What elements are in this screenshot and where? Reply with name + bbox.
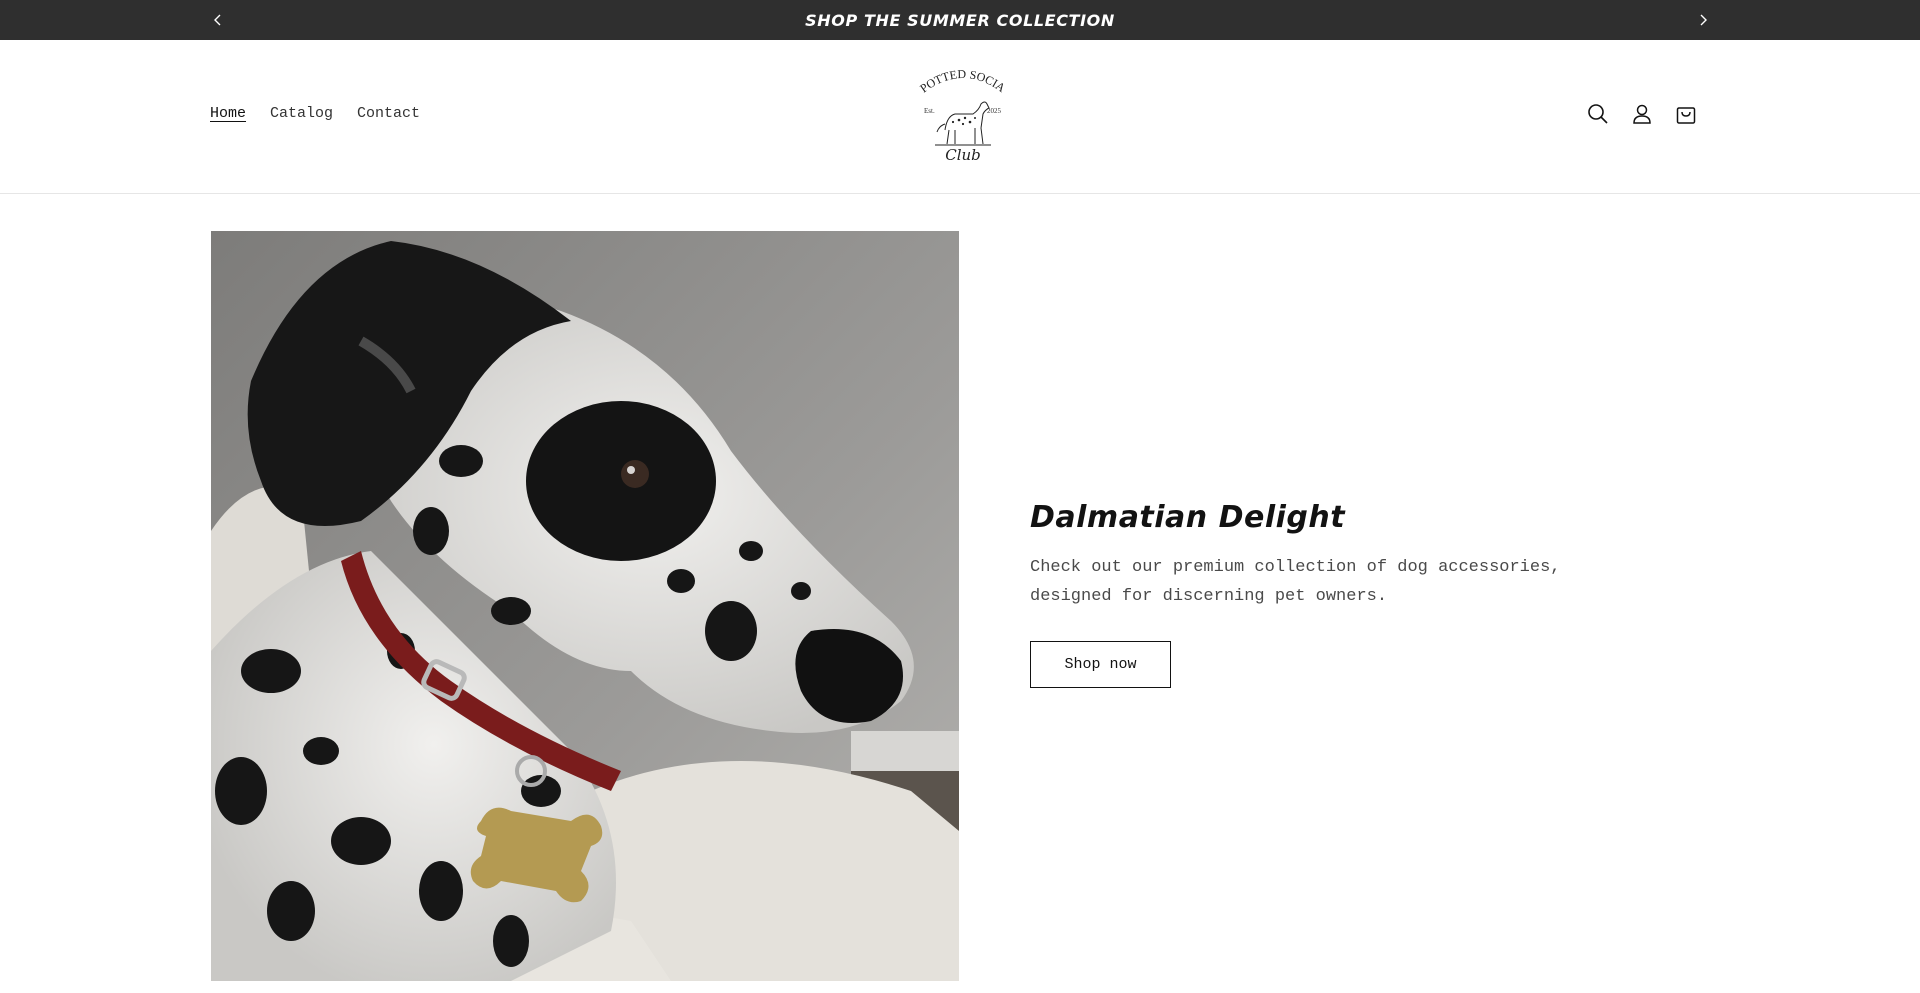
spotted-social-club-logo: SPOTTED SOCIAL Est. 2025 Club	[911, 47, 1008, 164]
logo-text-top: SPOTTED SOCIAL	[911, 47, 1008, 95]
svg-text:SPOTTED SOCIAL: SPOTTED SOCIAL	[915, 58, 1008, 95]
announcement-prev-button[interactable]	[198, 0, 238, 40]
logo-est: Est.	[924, 107, 935, 115]
site-header: Home Catalog Contact SPOTTED SOCIAL Est.…	[0, 40, 1920, 194]
main-nav: Home Catalog Contact	[210, 105, 420, 122]
shop-now-button[interactable]: Shop now	[1030, 641, 1171, 688]
search-button[interactable]	[1584, 100, 1612, 128]
nav-home-link[interactable]: Home	[210, 105, 246, 122]
store-logo[interactable]: SPOTTED SOCIAL Est. 2025 Club	[911, 47, 1011, 168]
account-button[interactable]	[1628, 100, 1656, 128]
account-icon	[1633, 104, 1651, 124]
announcement-bar: SHOP THE SUMMER COLLECTION	[0, 0, 1920, 40]
header-icons	[1584, 100, 1700, 128]
dalmatian-photo	[211, 231, 959, 981]
cart-icon	[1676, 107, 1696, 124]
chevron-right-icon	[1700, 14, 1707, 26]
hero-description: Check out our premium collection of dog …	[1030, 558, 1561, 606]
search-icon	[1588, 104, 1608, 124]
chevron-left-icon	[214, 14, 221, 26]
hero-image	[211, 231, 959, 981]
announcement-next-button[interactable]	[1683, 0, 1723, 40]
dog-spots	[951, 116, 976, 126]
hero-title: Dalmatian Delight	[1030, 500, 1346, 535]
hero-content: Dalmatian Delight Check out our premium …	[1030, 500, 1630, 688]
cart-button[interactable]	[1672, 100, 1700, 128]
announcement-text[interactable]: SHOP THE SUMMER COLLECTION	[805, 11, 1115, 30]
nav-catalog-link[interactable]: Catalog	[270, 105, 333, 122]
logo-text-club: Club	[945, 146, 981, 164]
nav-contact-link[interactable]: Contact	[357, 105, 420, 122]
